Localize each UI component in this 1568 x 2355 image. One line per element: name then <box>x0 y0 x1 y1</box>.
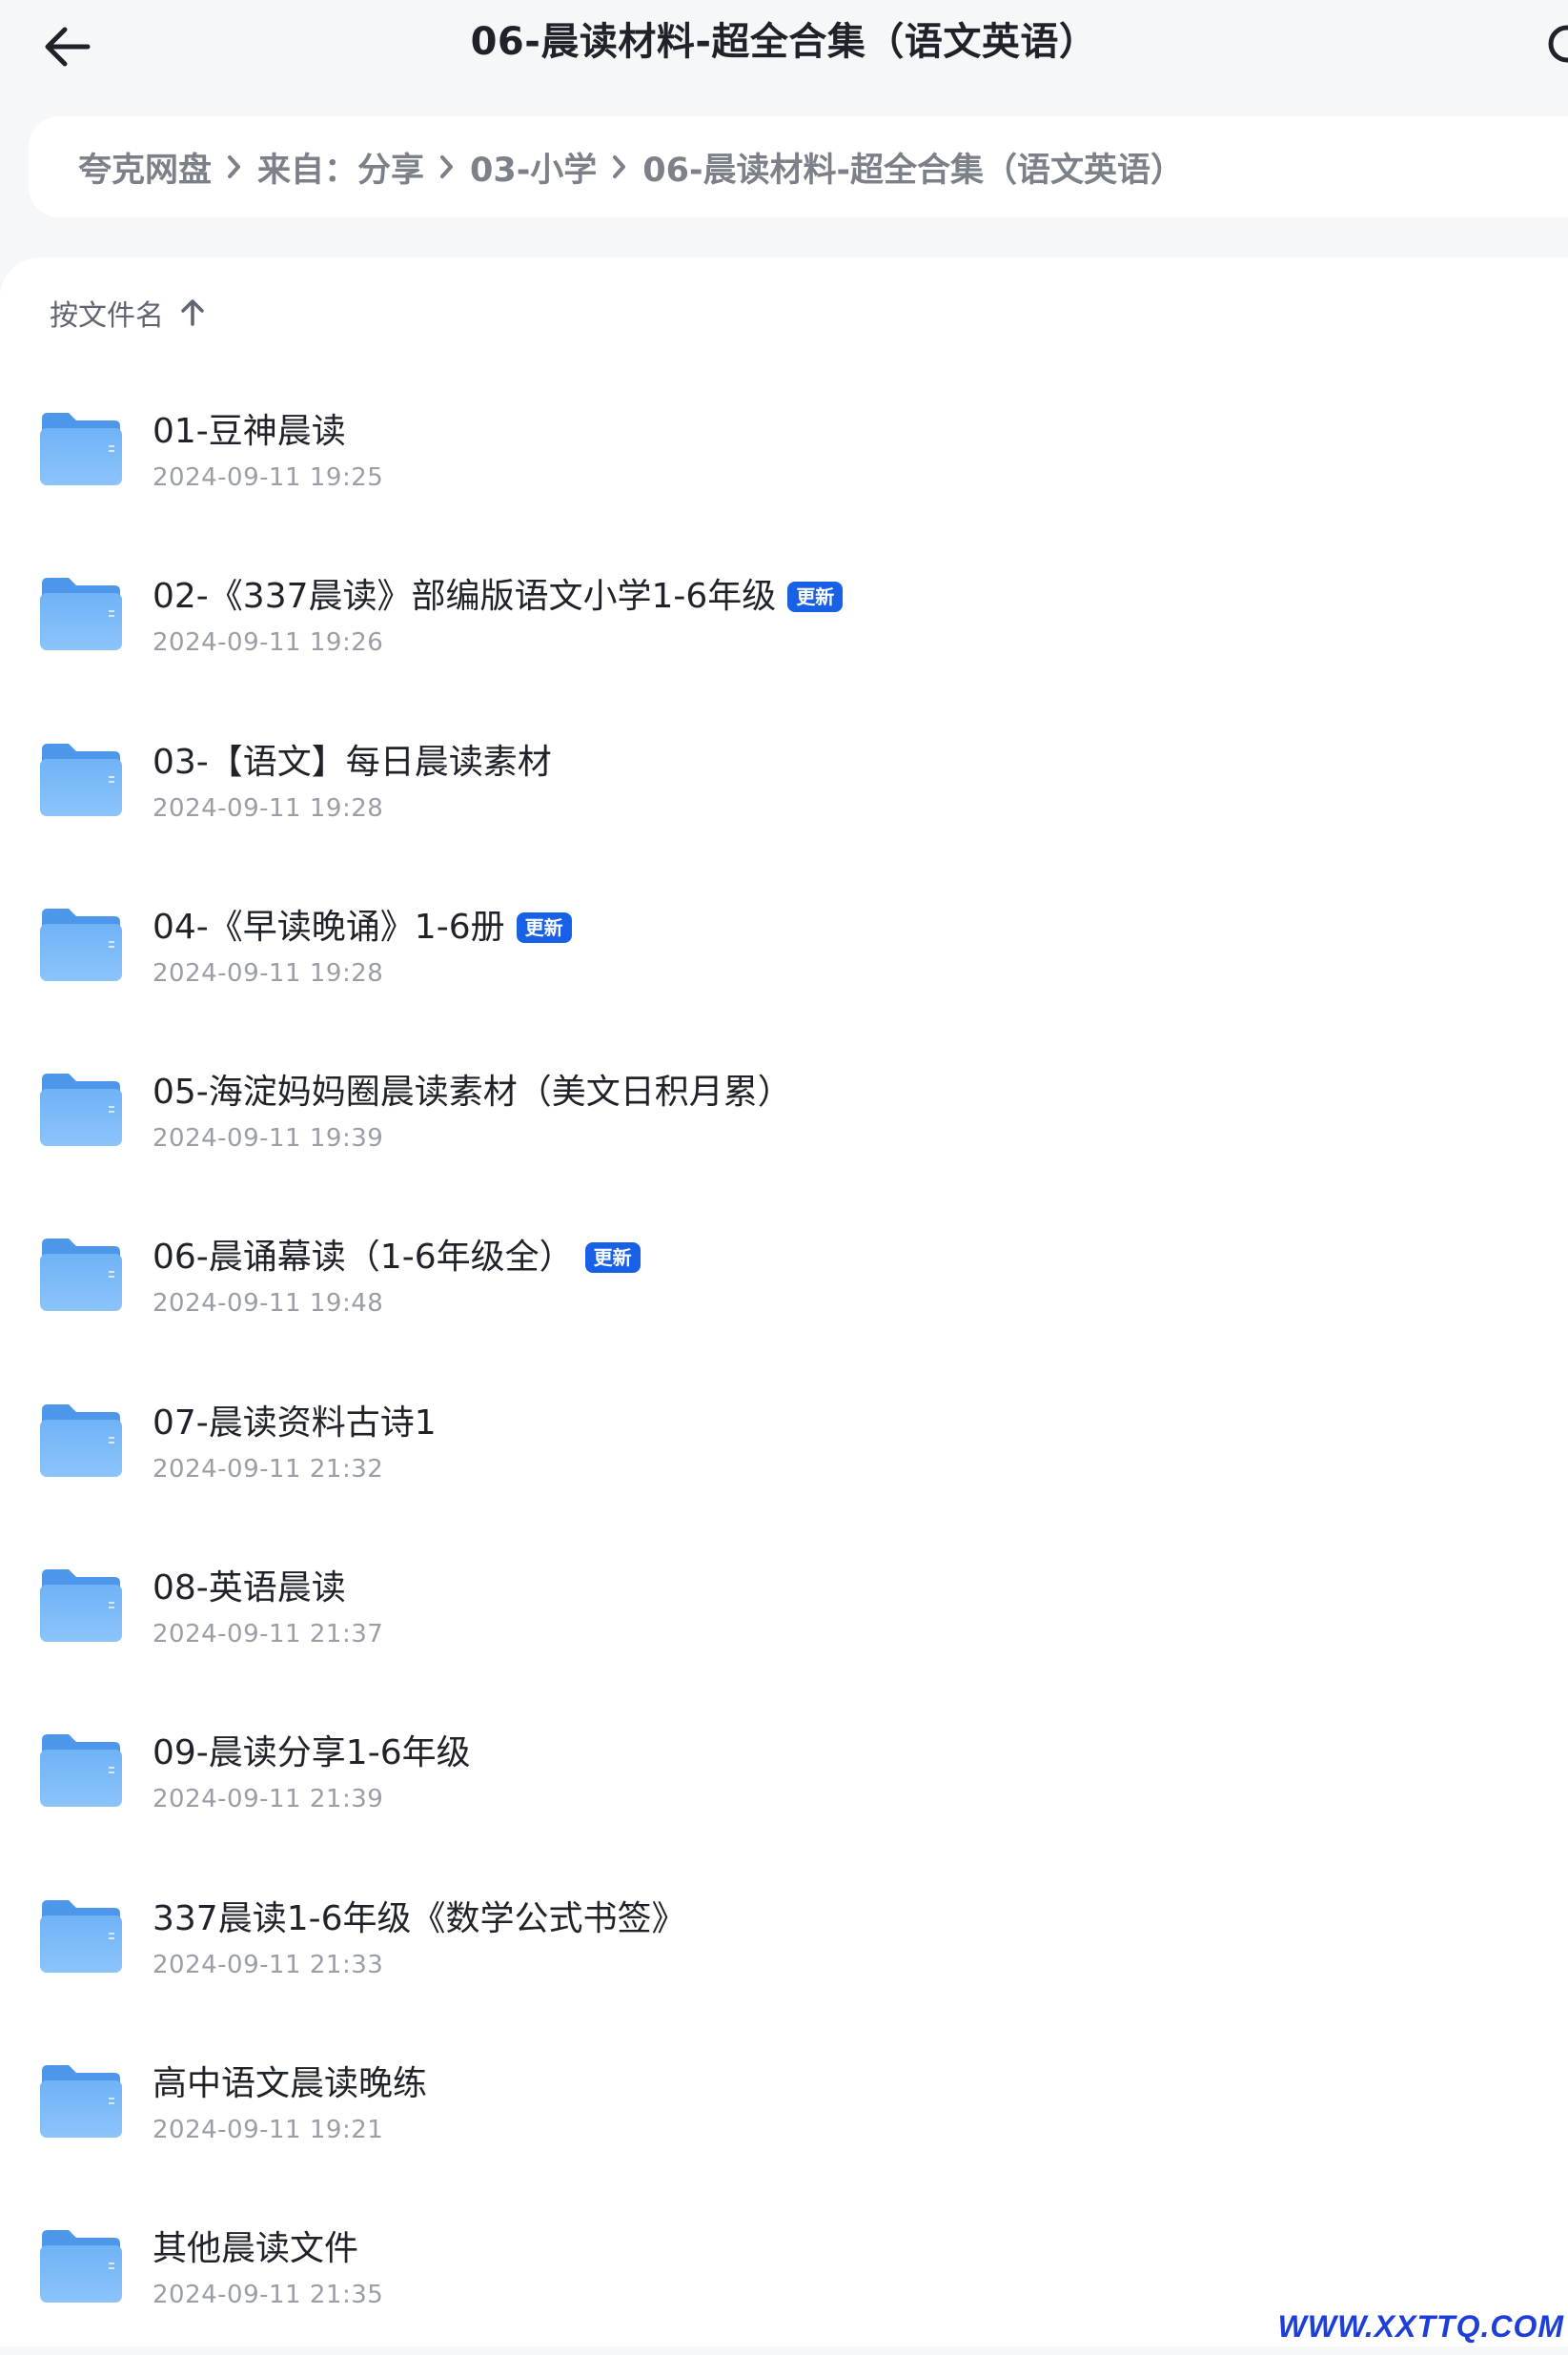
file-list-item[interactable]: 02-《337晨读》部编版语文小学1-6年级 更新 2024-09-11 19:… <box>0 537 1568 702</box>
file-name-row: 337晨读1-6年级《数学公式书签》 <box>153 1897 686 1941</box>
update-badge: 更新 <box>516 911 572 943</box>
file-name-row: 05-海淀妈妈圈晨读素材（美文日积月累） <box>153 1071 792 1115</box>
update-badge: 更新 <box>787 582 844 613</box>
file-name: 06-晨诵幕读（1-6年级全） <box>153 1238 574 1278</box>
file-name: 05-海淀妈妈圈晨读素材（美文日积月累） <box>153 1073 792 1113</box>
folder-icon <box>38 740 124 818</box>
file-name-row: 09-晨读分享1-6年级 <box>153 1731 471 1775</box>
sort-by-filename-button[interactable]: 按文件名 <box>50 292 208 334</box>
file-list-item[interactable]: 09-晨读分享1-6年级 2024-09-11 21:39 <box>0 1693 1568 1858</box>
file-date: 2024-09-11 19:25 <box>153 463 384 492</box>
file-date: 2024-09-11 21:37 <box>153 1620 384 1649</box>
chevron-right-icon <box>601 148 639 186</box>
file-date: 2024-09-11 19:28 <box>153 958 384 988</box>
file-name-row: 04-《早读晚诵》1-6册 更新 <box>153 906 572 950</box>
search-icon <box>1548 25 1568 63</box>
breadcrumb-item-quark-drive[interactable]: 夸克网盘 <box>78 143 212 192</box>
file-name-row: 08-英语晨读 <box>153 1567 346 1610</box>
file-name: 01-豆神晨读 <box>153 412 346 451</box>
breadcrumb-item-primary[interactable]: 03-小学 <box>470 143 597 192</box>
file-name: 09-晨读分享1-6年级 <box>153 1733 471 1773</box>
file-name-row: 高中语文晨读晚练 <box>153 2062 427 2106</box>
watermark: WWW.XXTTQ.COM <box>1277 2309 1564 2344</box>
folder-icon <box>38 1896 124 1975</box>
folder-icon <box>38 2226 124 2304</box>
file-name: 03-【语文】每日晨读素材 <box>153 742 552 782</box>
breadcrumb-item-current[interactable]: 06-晨读材料-超全合集（语文英语） <box>642 143 1184 192</box>
file-list-panel: 按文件名 01-豆神晨读 2024-09-11 19:25 02-《337晨读》… <box>0 257 1568 2346</box>
breadcrumb-item-shared[interactable]: 来自：分享 <box>257 143 424 192</box>
folder-icon <box>38 574 124 652</box>
file-date: 2024-09-11 19:26 <box>153 628 384 658</box>
file-name: 337晨读1-6年级《数学公式书签》 <box>153 1898 686 1938</box>
breadcrumb: 夸克网盘 来自：分享 03-小学 06-晨读材料-超全合集（语文英语） <box>29 116 1568 217</box>
page-title: 06-晨读材料-超全合集（语文英语） <box>470 20 1098 64</box>
file-name: 08-英语晨读 <box>153 1568 346 1608</box>
file-name-row: 06-晨诵幕读（1-6年级全） 更新 <box>153 1236 641 1280</box>
file-date: 2024-09-11 19:21 <box>153 2115 384 2144</box>
file-name: 其他晨读文件 <box>153 2229 359 2269</box>
file-date: 2024-09-11 19:39 <box>153 1124 384 1154</box>
file-date: 2024-09-11 21:33 <box>153 1950 384 1979</box>
folder-icon <box>38 1401 124 1479</box>
file-name-row: 02-《337晨读》部编版语文小学1-6年级 更新 <box>153 575 844 619</box>
file-list-item[interactable]: 03-【语文】每日晨读素材 2024-09-11 19:28 <box>0 703 1568 868</box>
file-list-item[interactable]: 高中语文晨读晚练 2024-09-11 19:21 <box>0 2024 1568 2189</box>
search-button[interactable] <box>1544 17 1568 74</box>
file-name-row: 01-豆神晨读 <box>153 410 346 454</box>
folder-icon <box>38 2061 124 2140</box>
arrow-up-icon <box>177 297 208 328</box>
folder-icon <box>38 1235 124 1313</box>
file-list-item[interactable]: 05-海淀妈妈圈晨读素材（美文日积月累） 2024-09-11 19:39 <box>0 1033 1568 1198</box>
file-name-row: 03-【语文】每日晨读素材 <box>153 741 552 785</box>
file-list: 01-豆神晨读 2024-09-11 19:25 02-《337晨读》部编版语文… <box>0 372 1568 2355</box>
update-badge: 更新 <box>584 1242 641 1274</box>
folder-icon <box>38 905 124 983</box>
folder-icon <box>38 1566 124 1644</box>
file-name: 07-晨读资料古诗1 <box>153 1403 437 1443</box>
file-list-item[interactable]: 01-豆神晨读 2024-09-11 19:25 <box>0 372 1568 537</box>
file-date: 2024-09-11 19:48 <box>153 1289 384 1319</box>
file-list-item[interactable]: 08-英语晨读 2024-09-11 21:37 <box>0 1528 1568 1693</box>
file-list-item[interactable]: 337晨读1-6年级《数学公式书签》 2024-09-11 21:33 <box>0 1859 1568 2024</box>
file-name: 02-《337晨读》部编版语文小学1-6年级 <box>153 577 777 617</box>
file-list-item[interactable]: 06-晨诵幕读（1-6年级全） 更新 2024-09-11 19:48 <box>0 1198 1568 1362</box>
folder-icon <box>38 409 124 487</box>
top-bar: 06-晨读材料-超全合集（语文英语） <box>0 0 1568 113</box>
sort-label: 按文件名 <box>50 299 164 333</box>
chevron-right-icon <box>215 148 254 186</box>
folder-icon <box>38 1730 124 1809</box>
file-name: 高中语文晨读晚练 <box>153 2063 428 2103</box>
file-name-row: 07-晨读资料古诗1 <box>153 1402 437 1445</box>
file-list-item[interactable]: 04-《早读晚诵》1-6册 更新 2024-09-11 19:28 <box>0 868 1568 1033</box>
file-name-row: 其他晨读文件 <box>153 2227 358 2271</box>
file-date: 2024-09-11 21:32 <box>153 1454 384 1484</box>
file-list-item[interactable]: 07-晨读资料古诗1 2024-09-11 21:32 <box>0 1363 1568 1528</box>
chevron-right-icon <box>428 148 466 186</box>
folder-icon <box>38 1070 124 1148</box>
file-name: 04-《早读晚诵》1-6册 <box>153 907 505 947</box>
file-date: 2024-09-11 21:39 <box>153 1785 384 1814</box>
file-date: 2024-09-11 19:28 <box>153 793 384 823</box>
file-date: 2024-09-11 21:35 <box>153 2281 384 2310</box>
